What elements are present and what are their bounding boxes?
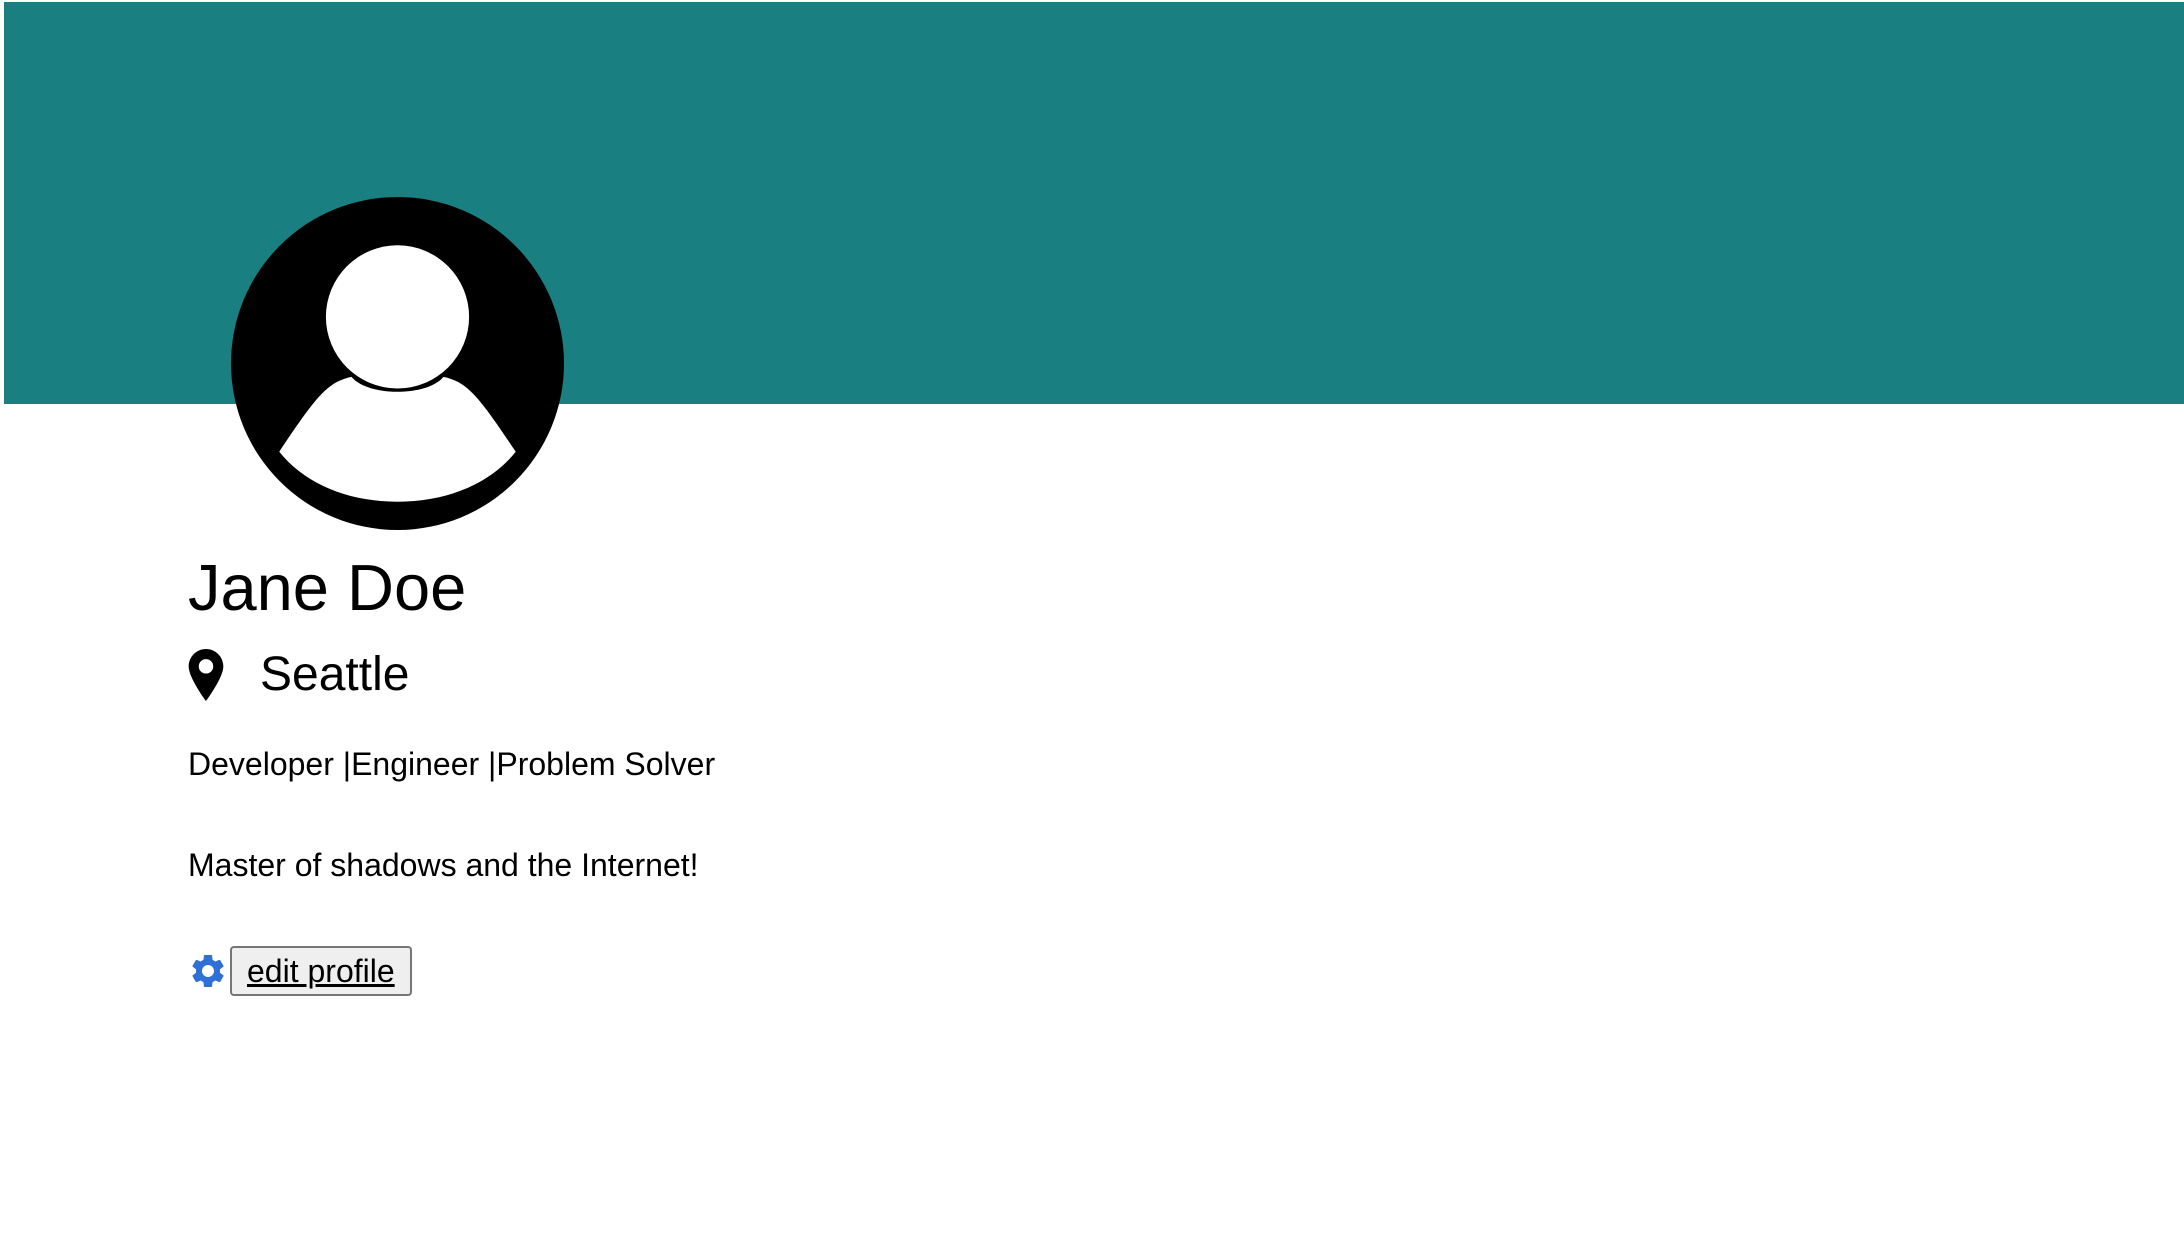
location-text: Seattle — [260, 648, 410, 701]
profile-headline: Developer |Engineer |Problem Solver — [188, 746, 716, 782]
map-pin-icon — [188, 649, 224, 701]
user-avatar-icon — [231, 197, 564, 530]
profile-page: Jane Doe Seattle Developer |Engineer |Pr… — [0, 0, 2184, 1238]
gear-icon — [192, 955, 224, 987]
profile-location: Seattle — [188, 640, 409, 710]
profile-actions: edit profile — [188, 945, 412, 997]
edit-profile-button[interactable]: edit profile — [230, 946, 412, 996]
profile-name: Jane Doe — [188, 551, 467, 624]
profile-bio: Master of shadows and the Internet! — [188, 847, 699, 883]
